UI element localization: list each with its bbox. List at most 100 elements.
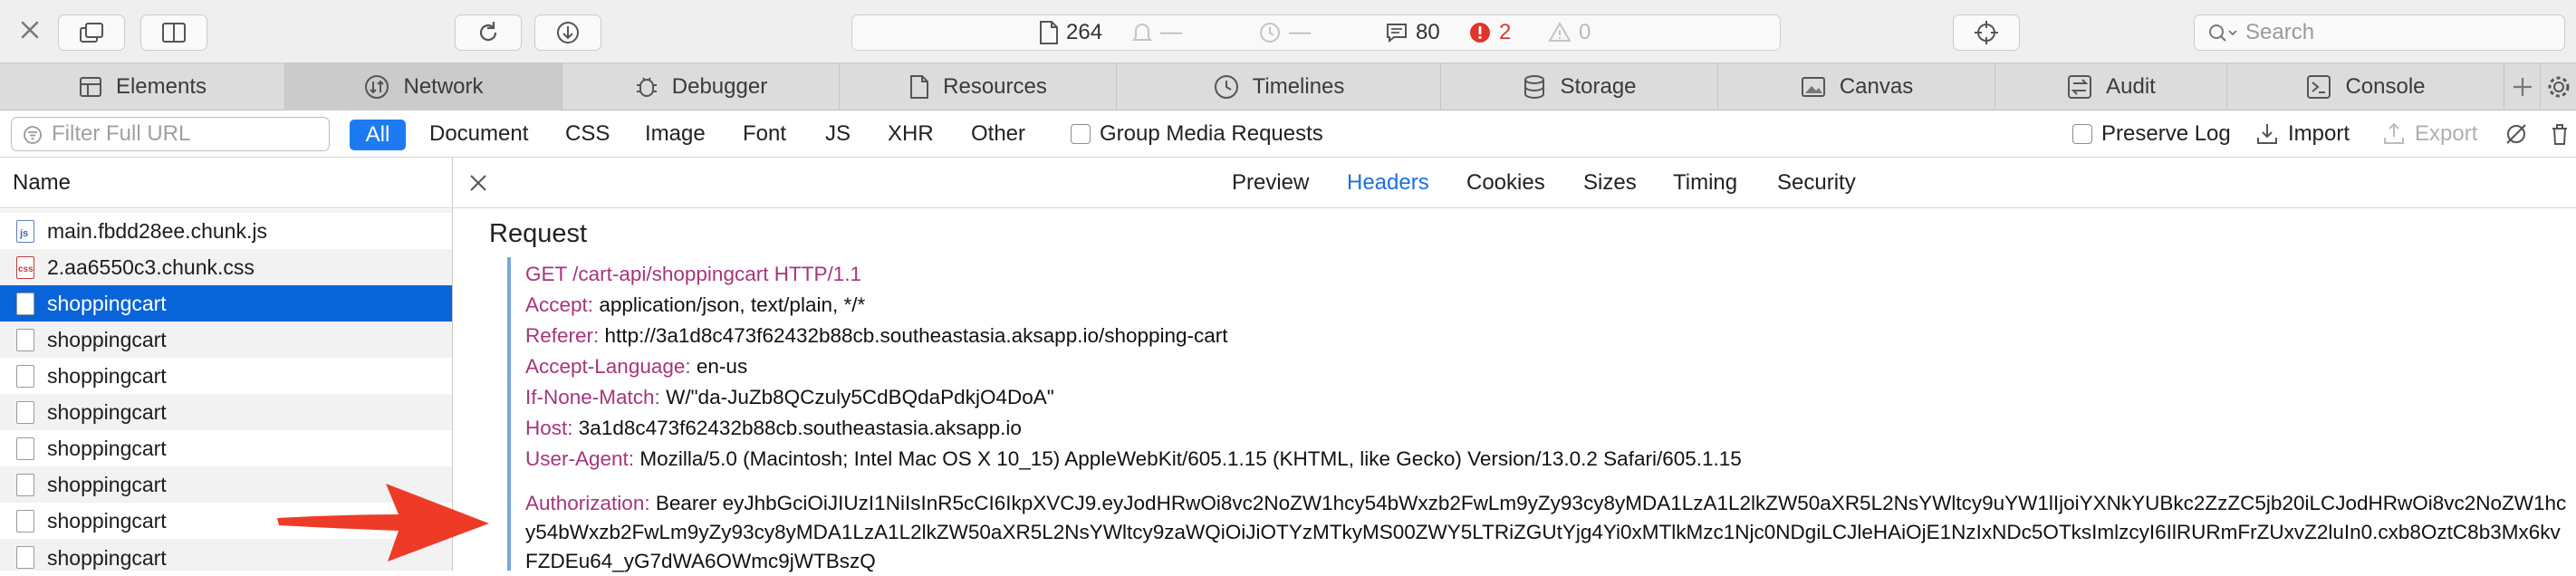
tab-timelines[interactable]: Timelines xyxy=(1116,63,1440,110)
header-row: If-None-Match: W/"da-JuZb8QCzuly5CdBQdaP… xyxy=(525,382,1054,413)
search-input[interactable]: Search xyxy=(2194,14,2565,51)
list-item-name: shoppingcart xyxy=(47,472,167,496)
tab-preview[interactable]: Preview xyxy=(1232,158,1309,208)
export-button[interactable]: Export xyxy=(2415,118,2477,150)
close-icon[interactable] xyxy=(18,18,42,42)
tab-debugger[interactable]: Debugger xyxy=(562,63,839,110)
messages-status[interactable]: 80 xyxy=(1385,15,1440,50)
list-item[interactable]: css 2.aa6550c3.chunk.css xyxy=(0,249,452,285)
bell-value: — xyxy=(1160,20,1182,44)
name-column-header[interactable]: Name xyxy=(0,158,453,208)
list-item-name: main.fbdd28ee.chunk.js xyxy=(47,218,267,243)
header-key: Authorization: xyxy=(525,492,650,514)
tab-storage[interactable]: Storage xyxy=(1440,63,1717,110)
errors-status[interactable]: 2 xyxy=(1468,15,1511,50)
filter-font[interactable]: Font xyxy=(743,118,786,150)
canvas-icon xyxy=(1801,77,1825,97)
url-filter-placeholder: Filter Full URL xyxy=(52,121,191,146)
filter-css[interactable]: CSS xyxy=(565,118,610,150)
header-key: Accept: xyxy=(525,293,594,316)
warnings-status[interactable]: 0 xyxy=(1548,15,1591,50)
tab-network[interactable]: Network xyxy=(284,63,562,110)
storage-icon xyxy=(1524,75,1545,100)
filter-bar: Filter Full URL All Document CSS Image F… xyxy=(0,110,2576,158)
toolbar: 264 — — 80 2 0 Search xyxy=(0,0,2576,63)
crosshair-icon xyxy=(1975,21,1998,44)
document-file-icon xyxy=(16,401,34,424)
status-bar: 264 — — 80 2 0 xyxy=(851,14,1781,51)
dock-side-button[interactable] xyxy=(140,14,207,51)
import-button[interactable]: Import xyxy=(2288,118,2350,150)
tab-canvas[interactable]: Canvas xyxy=(1717,63,1994,110)
document-file-icon xyxy=(16,293,34,315)
clock-value: — xyxy=(1289,20,1311,44)
document-file-icon xyxy=(16,546,34,569)
resources-status[interactable]: 264 xyxy=(1039,15,1102,50)
settings-button[interactable] xyxy=(2540,63,2576,110)
filter-all-button[interactable]: All xyxy=(350,120,406,150)
windows-icon xyxy=(80,23,103,43)
console-icon xyxy=(2307,75,2331,99)
close-details-icon[interactable] xyxy=(467,172,489,194)
header-key: If-None-Match: xyxy=(525,386,660,408)
document-icon xyxy=(1040,21,1058,44)
tab-elements[interactable]: Elements xyxy=(0,63,284,110)
filter-document[interactable]: Document xyxy=(429,118,528,150)
tab-label: Audit xyxy=(2106,74,2156,99)
filter-xhr[interactable]: XHR xyxy=(888,118,934,150)
header-key: Accept-Language: xyxy=(525,355,691,378)
download-button[interactable] xyxy=(534,14,601,51)
url-filter-input[interactable]: Filter Full URL xyxy=(11,117,330,151)
document-file-icon xyxy=(16,510,34,533)
plus-icon xyxy=(2513,78,2532,96)
list-item[interactable]: shoppingcart xyxy=(0,394,452,430)
timelines-icon xyxy=(1214,75,1238,99)
header-value: Mozilla/5.0 (Macintosh; Intel Mac OS X 1… xyxy=(639,447,1742,470)
download-icon xyxy=(557,22,579,43)
document-file-icon xyxy=(16,365,34,388)
import-icon[interactable] xyxy=(2255,121,2279,147)
filter-js[interactable]: JS xyxy=(825,118,851,150)
preserve-log-checkbox[interactable] xyxy=(2072,124,2092,144)
disable-cache-icon[interactable] xyxy=(2504,121,2529,147)
audit-icon xyxy=(2068,75,2092,99)
header-key: Referer: xyxy=(525,324,600,347)
detach-window-button[interactable] xyxy=(58,14,125,51)
list-item-name: shoppingcart xyxy=(47,399,167,424)
group-media-checkbox[interactable] xyxy=(1071,124,1091,144)
reload-icon xyxy=(479,22,497,42)
document-file-icon xyxy=(16,329,34,351)
gear-icon xyxy=(2548,76,2569,98)
clock-icon xyxy=(1260,23,1280,43)
tab-headers[interactable]: Headers xyxy=(1347,158,1429,208)
list-item[interactable]: shoppingcart xyxy=(0,358,452,394)
network-icon xyxy=(365,75,389,99)
list-item[interactable]: shoppingcart xyxy=(0,322,452,358)
header-row: User-Agent: Mozilla/5.0 (Macintosh; Inte… xyxy=(525,444,1742,475)
detail-tabs: Preview Headers Cookies Sizes Timing Sec… xyxy=(453,158,2576,208)
tab-sizes[interactable]: Sizes xyxy=(1583,158,1637,208)
tab-timing[interactable]: Timing xyxy=(1673,158,1737,208)
add-tab-button[interactable] xyxy=(2504,63,2540,110)
message-icon xyxy=(1387,24,1407,43)
filter-other[interactable]: Other xyxy=(971,118,1025,150)
tab-cookies[interactable]: Cookies xyxy=(1466,158,1545,208)
list-item-name: shoppingcart xyxy=(47,291,167,315)
list-item-name: shoppingcart xyxy=(47,327,167,351)
list-item-name: 2.aa6550c3.chunk.css xyxy=(47,254,255,279)
list-item-selected[interactable]: shoppingcart xyxy=(0,285,452,322)
list-item[interactable]: shoppingcart xyxy=(0,430,452,466)
filter-image[interactable]: Image xyxy=(645,118,706,150)
tab-security[interactable]: Security xyxy=(1777,158,1856,208)
reload-button[interactable] xyxy=(455,14,522,51)
tab-audit[interactable]: Audit xyxy=(1994,63,2226,110)
header-row: Host: 3a1d8c473f62432b88cb.southeastasia… xyxy=(525,413,1022,444)
inspect-element-button[interactable] xyxy=(1953,14,2020,51)
tab-label: Timelines xyxy=(1252,74,1345,99)
tab-resources[interactable]: Resources xyxy=(839,63,1116,110)
tab-console[interactable]: Console xyxy=(2226,63,2504,110)
list-item[interactable]: js main.fbdd28ee.chunk.js xyxy=(0,213,452,249)
group-media-label: Group Media Requests xyxy=(1100,121,1323,146)
export-icon[interactable] xyxy=(2382,121,2406,147)
clear-log-icon[interactable] xyxy=(2547,121,2572,147)
